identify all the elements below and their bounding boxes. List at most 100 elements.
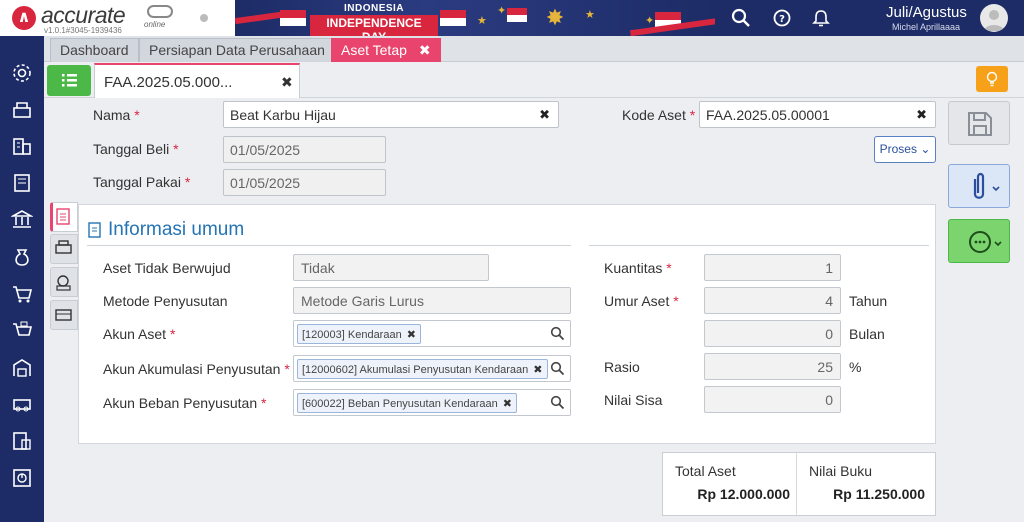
search-icon[interactable] (550, 326, 565, 341)
user-period[interactable]: Juli/Agustus (886, 4, 967, 21)
bank-icon[interactable] (11, 208, 33, 230)
kuantitas-field[interactable]: 1 (704, 254, 841, 281)
akun-aset-select[interactable]: [120003] Kendaraan ✖ (293, 320, 571, 347)
tanggal-beli-input[interactable]: 01/05/2025 (223, 136, 386, 163)
kode-aset-label: Kode Aset * (622, 107, 696, 123)
rasio-label: Rasio (604, 359, 640, 375)
rasio-unit-label: % (849, 359, 862, 375)
report-chart-icon[interactable] (11, 467, 33, 489)
tab-aset-tetap[interactable]: Aset Tetap ✖ (331, 38, 441, 62)
remove-chip-icon[interactable]: ✖ (407, 329, 416, 341)
akun-akumulasi-label: Akun Akumulasi Penyusutan * (103, 361, 290, 377)
banner-line2: INDEPENDENCE DAY (310, 15, 438, 36)
metode-penyusutan-field[interactable]: Metode Garis Lurus (293, 287, 571, 314)
proses-label: Proses (879, 142, 917, 156)
star-icon: ✦ (645, 15, 655, 27)
tanggal-pakai-input[interactable]: 01/05/2025 (223, 169, 386, 196)
chevron-down-icon: ⌄ (920, 142, 931, 156)
status-dot-icon (200, 14, 208, 22)
inventory-icon[interactable] (11, 98, 33, 120)
tab-label: Persiapan Data Perusahaan (149, 42, 325, 58)
totals-summary: Total Aset Rp 12.000.000 Nilai Buku Rp 1… (662, 452, 936, 516)
umur-tahun-field[interactable]: 4 (704, 287, 841, 314)
akun-akumulasi-select[interactable]: [12000602] Akumulasi Penyusutan Kendaraa… (293, 355, 571, 382)
tab-persiapan-data-perusahaan[interactable]: Persiapan Data Perusahaan (139, 38, 335, 62)
nilai-sisa-field[interactable]: 0 (704, 386, 841, 413)
total-aset-label: Total Aset (675, 463, 736, 479)
main-content: Nama * Beat Karbu Hijau ✖ Kode Aset * FA… (44, 98, 1024, 522)
tips-button[interactable] (976, 66, 1008, 92)
rasio-field[interactable]: 25 (704, 353, 841, 380)
nilai-buku-value: Rp 11.250.000 (833, 486, 925, 502)
accurate-logo-icon: ∧ (12, 6, 36, 30)
list-view-button[interactable] (47, 65, 91, 96)
close-document-icon[interactable]: ✖ (281, 74, 293, 91)
user-name[interactable]: Michel Aprillaaaa (892, 22, 960, 32)
akun-aset-chip: [120003] Kendaraan ✖ (297, 324, 421, 344)
search-icon[interactable] (550, 395, 565, 410)
tanggal-beli-value: 01/05/2025 (230, 142, 301, 158)
svg-text:?: ? (779, 14, 785, 25)
clear-kode-icon[interactable]: ✖ (916, 107, 927, 123)
tab-dashboard[interactable]: Dashboard (50, 38, 139, 62)
total-aset-value: Rp 12.000.000 (697, 486, 790, 502)
avatar[interactable] (980, 4, 1008, 32)
ledger-book-icon[interactable] (11, 172, 33, 194)
search-icon[interactable] (550, 361, 565, 376)
money-bag-icon[interactable] (11, 246, 33, 268)
aset-tidak-berwujud-field[interactable]: Tidak (293, 254, 489, 281)
bulan-unit-label: Bulan (849, 326, 885, 342)
save-disk-icon (968, 112, 992, 136)
nama-input[interactable]: Beat Karbu Hijau ✖ (223, 101, 559, 128)
total-aset-column: Total Aset Rp 12.000.000 (663, 453, 797, 515)
document-tab-bar: FAA.2025.05.000... ✖ (44, 62, 1024, 98)
attachment-button[interactable] (948, 164, 1010, 208)
close-tab-icon[interactable]: ✖ (419, 42, 431, 58)
top-bar: ∧ accurate online v1.0.1#3045-1939436 IN… (0, 0, 1024, 36)
bell-icon[interactable] (811, 8, 831, 28)
kode-aset-input[interactable]: FAA.2025.05.00001 ✖ (699, 101, 936, 128)
list-icon (62, 74, 77, 87)
shopping-cart-icon[interactable] (11, 283, 33, 305)
section-tab-biaya[interactable] (50, 267, 78, 297)
document-icon (56, 208, 70, 225)
nama-value: Beat Karbu Hijau (230, 107, 336, 123)
umur-bulan-field[interactable]: 0 (704, 320, 841, 347)
tanggal-beli-label: Tanggal Beli * (93, 141, 179, 157)
logo-area[interactable]: ∧ accurate online v1.0.1#3045-1939436 (0, 0, 235, 36)
search-icon[interactable] (731, 8, 751, 28)
tanggal-pakai-value: 01/05/2025 (230, 175, 301, 191)
production-icon[interactable] (11, 393, 33, 415)
tab-label: Dashboard (60, 42, 129, 58)
kuantitas-label: Kuantitas * (604, 260, 672, 276)
tanggal-pakai-label: Tanggal Pakai * (93, 174, 191, 190)
informasi-umum-panel: Informasi umum Aset Tidak Berwujud Tidak… (78, 204, 936, 444)
akun-aset-label: Akun Aset * (103, 326, 176, 342)
more-options-icon (969, 231, 1002, 253)
divider (589, 245, 929, 246)
flag-icon (440, 10, 466, 26)
company-building-icon[interactable] (11, 135, 33, 157)
section-tab-penyusutan[interactable] (50, 234, 78, 264)
akun-akumulasi-value: [12000602] Akumulasi Penyusutan Kendaraa… (302, 364, 529, 376)
document-tab[interactable]: FAA.2025.05.000... ✖ (94, 63, 300, 98)
remove-chip-icon[interactable]: ✖ (533, 364, 542, 376)
independence-banner: INDONESIA INDEPENDENCE DAY ★ ✦ ✸ ★ ✦ (235, 0, 715, 36)
akun-beban-select[interactable]: [600022] Beban Penyusutan Kendaraan ✖ (293, 389, 571, 416)
section-tab-lainnya[interactable] (50, 300, 78, 330)
clear-nama-icon[interactable]: ✖ (539, 107, 550, 123)
tax-report-icon[interactable] (11, 430, 33, 452)
help-icon[interactable]: ? (772, 8, 792, 28)
settings-gear-icon[interactable] (11, 62, 33, 84)
save-button[interactable] (948, 101, 1010, 145)
warehouse-icon[interactable] (11, 357, 33, 379)
purchase-cart-icon[interactable] (11, 320, 33, 342)
section-tab-informasi-umum[interactable] (50, 202, 78, 232)
akun-beban-value: [600022] Beban Penyusutan Kendaraan (302, 398, 498, 410)
remove-chip-icon[interactable]: ✖ (503, 398, 512, 410)
module-tab-bar: Dashboard Persiapan Data Perusahaan Aset… (44, 36, 1024, 62)
star-icon: ★ (477, 15, 487, 27)
proses-dropdown-button[interactable]: Proses ⌄ (874, 136, 936, 163)
more-actions-button[interactable] (948, 219, 1010, 263)
printer-icon (55, 240, 72, 254)
